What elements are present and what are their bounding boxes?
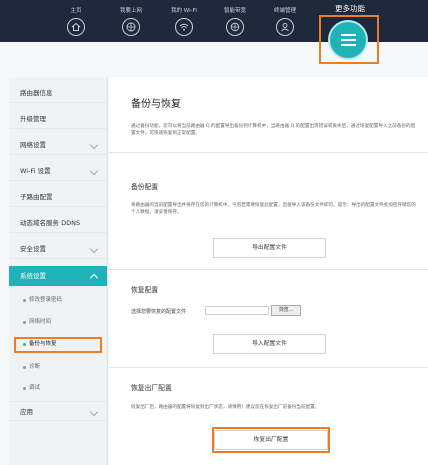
nav-bandwidth[interactable]: 智能带宽 (209, 0, 261, 42)
sidebar-subitem-label: 修改登录密码 (29, 297, 63, 303)
backup-section-title: 备份配置 (131, 183, 159, 191)
bandwidth-icon (226, 18, 244, 36)
content-panel: 备份与恢复 通过备份功能，您可以将当前路由器 Q 的配置导出备份到计算机中，当路… (109, 77, 428, 465)
sidebar-item-label: Wi-Fi 设置 (20, 167, 51, 175)
sidebar-item-network[interactable]: 网络设置 (9, 135, 107, 155)
factory-reset-highlight (212, 427, 330, 453)
sidebar-item-label: 动态域名服务 DDNS (20, 219, 81, 227)
factory-reset-section-text: 恢复出厂后，路由器的配置将恢复到出厂状态，请慎用！建议您在恢复出厂前备份当前配置… (131, 405, 320, 410)
home-icon (67, 18, 85, 36)
sidebar-subitem-label: 诊断 (29, 364, 41, 370)
chevron-up-icon (89, 273, 99, 283)
nav-home-label: 主页 (70, 8, 82, 14)
chevron-down-icon (89, 140, 99, 150)
sidebar-item-wifi[interactable]: Wi-Fi 设置 (9, 161, 107, 181)
nav-internet[interactable]: 我要上网 (105, 0, 157, 42)
sidebar-subitem-network-time[interactable]: 网络时间 (9, 313, 107, 331)
chevron-down-icon (89, 407, 99, 417)
sidebar-subitem-diagnose[interactable]: 诊断 (9, 358, 107, 376)
export-config-button[interactable]: 导出配置文件 (213, 238, 326, 258)
chevron-down-icon (89, 244, 99, 254)
file-path-input[interactable] (205, 306, 269, 315)
sidebar-subitem-debug[interactable]: 调试 (9, 379, 107, 397)
sidebar-item-label: 系统设置 (20, 272, 46, 280)
sidebar: 路由器信息 升级管理 网络设置 Wi-Fi 设置 子路由配置 动态域名服务 DD… (9, 77, 108, 465)
sidebar-item-label: 网络设置 (20, 141, 46, 149)
sidebar-item-label: 应用 (20, 408, 33, 416)
wifi-icon (175, 18, 193, 36)
sidebar-item-ddns[interactable]: 动态域名服务 DDNS (9, 213, 107, 233)
menu-icon[interactable] (328, 20, 368, 60)
sidebar-item-router-info[interactable]: 路由器信息 (9, 83, 107, 103)
sidebar-subitem-label: 网络时间 (29, 319, 52, 325)
restore-section-title: 恢复配置 (131, 286, 159, 294)
sidebar-item-label: 路由器信息 (20, 89, 53, 97)
factory-reset-section-title: 恢复出厂配置 (131, 384, 172, 392)
menu-bar (341, 34, 356, 36)
sidebar-item-label: 升级管理 (20, 115, 46, 123)
current-item-highlight (14, 337, 102, 353)
sidebar-item-label: 安全设置 (20, 245, 46, 253)
divider (109, 269, 428, 270)
sidebar-item-apps[interactable]: 应用 (9, 401, 107, 421)
file-select-label: 选择您要恢复的配置文件 (131, 309, 187, 315)
sidebar-item-sub-router[interactable]: 子路由配置 (9, 187, 107, 207)
nav-bandwidth-label: 智能带宽 (223, 8, 246, 14)
sidebar-item-system[interactable]: 系统设置 (9, 266, 107, 286)
backup-section-text: 将路由器的当前配置导出并保存在您的计算机中，今后若需要恢复此配置，直接导入该备份… (131, 203, 416, 215)
nav-home[interactable]: 主页 (50, 0, 102, 42)
page-description: 通过备份功能，您可以将当前路由器 Q 的配置导出备份到计算机中，当路由器 Q 的… (131, 124, 416, 136)
browse-button[interactable]: 浏览... (271, 305, 301, 316)
sidebar-subitem-label: 调试 (29, 385, 41, 391)
menu-bar (341, 39, 356, 41)
sidebar-item-security[interactable]: 安全设置 (9, 239, 107, 259)
user-icon (276, 18, 294, 36)
import-config-button[interactable]: 导入配置文件 (213, 334, 326, 354)
nav-devices[interactable]: 终端管理 (259, 0, 311, 42)
bullet-icon (23, 387, 26, 390)
nav-wifi[interactable]: 我的 Wi-Fi (158, 0, 210, 42)
more-functions-label: 更多功能 (335, 4, 365, 13)
menu-bar (341, 44, 356, 46)
bullet-icon (23, 321, 26, 324)
divider (109, 152, 428, 153)
sidebar-item-upgrade[interactable]: 升级管理 (9, 109, 107, 129)
nav-internet-label: 我要上网 (119, 8, 142, 14)
nav-wifi-label: 我的 Wi-Fi (171, 8, 197, 14)
globe-icon (122, 18, 140, 36)
bullet-icon (23, 299, 26, 302)
nav-devices-label: 终端管理 (273, 8, 296, 14)
divider (109, 367, 428, 368)
bullet-icon (23, 366, 26, 369)
page-title: 备份与恢复 (131, 99, 181, 110)
sidebar-item-label: 子路由配置 (20, 193, 53, 201)
chevron-down-icon (89, 166, 99, 176)
sidebar-subitem-change-password[interactable]: 修改登录密码 (9, 291, 107, 309)
